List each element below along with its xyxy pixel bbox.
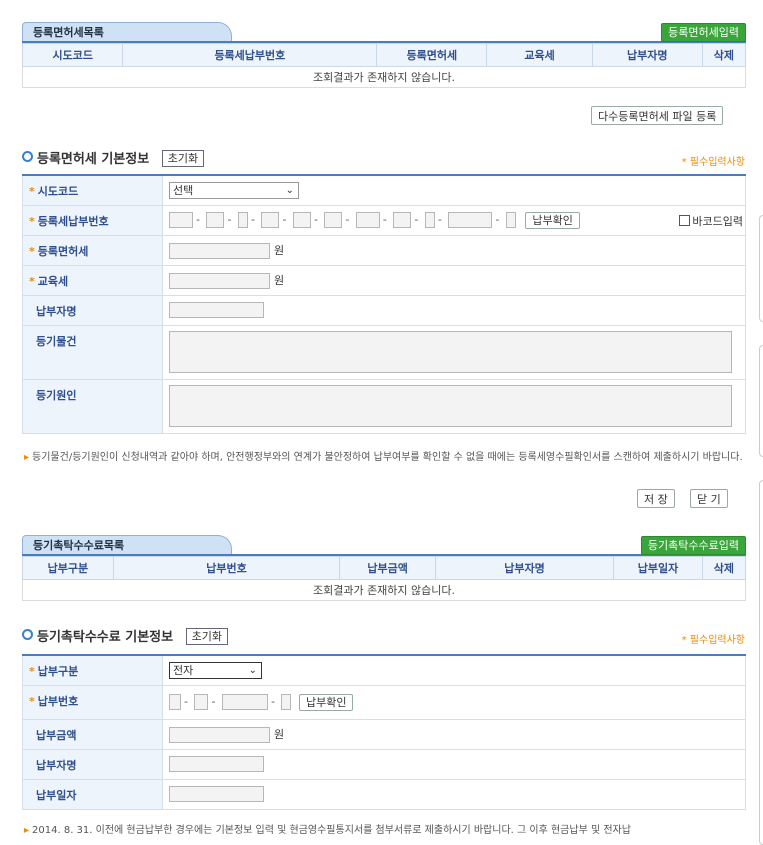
fee-amount-input[interactable] — [169, 726, 270, 743]
cause-textarea[interactable] — [169, 385, 732, 427]
payer-input[interactable] — [169, 302, 264, 318]
label-fee-date: 납부일자 — [22, 778, 163, 810]
col-delete: 삭제 — [701, 43, 747, 67]
reg-info-title: 등록면허세 기본정보 초기화 — [22, 148, 205, 167]
fee-info-form: * 납부구분 전자 ⌄ * 납부번호 - - - 납부확인 납부금액 원 납부자명 납… — [22, 654, 746, 810]
col-sido: 시도코드 — [21, 43, 124, 67]
label-fee-payer: 납부자명 — [22, 748, 163, 780]
label-payno: * 등록세납부번호 — [22, 204, 163, 236]
bullet-icon — [22, 151, 33, 162]
payno-field-3[interactable] — [237, 212, 248, 228]
fee-list-header: 등기촉탁수수료목록 등기촉탁수수료입력 — [22, 535, 746, 556]
label-payer: 납부자명 — [22, 294, 163, 326]
amount-input[interactable] — [169, 242, 270, 259]
col-payno: 등록세납부번호 — [122, 43, 378, 67]
col-fee-date: 납부일자 — [613, 556, 703, 580]
bulk-upload-button[interactable]: 다수등록면허세 파일 등록 — [591, 106, 724, 125]
payno-field-4[interactable] — [261, 212, 280, 228]
label-fee-payno: * 납부번호 — [22, 684, 163, 720]
arrow-icon: ▸ — [24, 825, 30, 836]
sido-select[interactable]: 선택 ⌄ — [169, 181, 299, 199]
col-fee-payno: 납부번호 — [112, 556, 341, 580]
reg-reset-button[interactable]: 초기화 — [161, 150, 205, 167]
chevron-down-icon: ⌄ — [248, 664, 257, 676]
label-paytype: * 납부구분 — [22, 654, 163, 686]
payno-field-11[interactable] — [505, 212, 516, 228]
required-note: * 필수입력사항 — [681, 157, 745, 168]
edu-tax-input[interactable] — [169, 272, 270, 289]
paytype-select[interactable]: 전자 ⌄ — [169, 661, 262, 679]
empty-message: 조회결과가 존재하지 않습니다. — [22, 66, 746, 88]
fee-payno-field-3[interactable] — [221, 694, 268, 710]
payno-field-1[interactable] — [169, 212, 193, 228]
label-amount: * 등록면허세 — [22, 234, 163, 266]
fee-notice: ▸ 2014. 8. 31. 이전에 현금납부한 경우에는 기본정보 입력 및 현… — [24, 825, 631, 836]
col-fee-payer: 납부자명 — [434, 556, 615, 580]
add-reg-button[interactable]: 등록면허세입력 — [661, 23, 746, 42]
chevron-down-icon: ⌄ — [285, 184, 294, 196]
payno-field-9[interactable] — [424, 212, 435, 228]
payno-field-7[interactable] — [355, 212, 380, 228]
arrow-icon: ▸ — [24, 452, 30, 463]
close-button[interactable]: 닫 기 — [690, 489, 728, 508]
reg-list-header: 등록면허세목록 등록면허세입력 — [22, 22, 746, 43]
side-panel-edge — [759, 345, 763, 457]
side-panel-edge — [759, 480, 763, 845]
label-item: 등기물건 — [22, 324, 163, 380]
label-cause: 등기원인 — [22, 378, 163, 434]
add-fee-button[interactable]: 등기촉탁수수료입력 — [640, 536, 746, 555]
payno-field-10[interactable] — [448, 212, 493, 228]
col-edu: 교육세 — [486, 43, 593, 67]
fee-payno-field-2[interactable] — [194, 694, 209, 710]
reg-info-form: * 시도코드 선택 ⌄ * 등록세납부번호 - - - - - - - - - - 납… — [22, 174, 746, 434]
payno-field-2[interactable] — [206, 212, 225, 228]
label-sido: * 시도코드 — [22, 174, 163, 206]
fee-date-input[interactable] — [169, 786, 264, 802]
fee-required-note: * 필수입력사항 — [681, 635, 745, 646]
payno-field-8[interactable] — [393, 212, 412, 228]
fee-payno-field-1[interactable] — [169, 694, 181, 710]
fee-empty-message: 조회결과가 존재하지 않습니다. — [22, 579, 746, 601]
payno-field-6[interactable] — [324, 212, 343, 228]
bullet-icon — [22, 629, 33, 640]
fee-list-table: 납부구분 납부번호 납부금액 납부자명 납부일자 삭제 조회결과가 존재하지 않… — [22, 556, 747, 601]
fee-payno-field-4[interactable] — [281, 694, 292, 710]
fee-reset-button[interactable]: 초기화 — [185, 628, 228, 645]
reg-notice: ▸ 등기물건/등기원인이 신청내역과 같아야 하며, 안전행정부와의 연계가 불안… — [24, 452, 743, 463]
col-amount: 등록면허세 — [376, 43, 488, 67]
fee-pay-check-button[interactable]: 납부확인 — [298, 693, 354, 711]
fee-payer-input[interactable] — [169, 756, 264, 772]
save-button[interactable]: 저 장 — [637, 489, 675, 508]
barcode-option[interactable]: 바코드입력 — [679, 213, 743, 229]
col-paytype: 납부구분 — [22, 556, 114, 580]
reg-pay-check-button[interactable]: 납부확인 — [525, 211, 580, 229]
col-payer: 납부자명 — [591, 43, 703, 67]
item-textarea[interactable] — [169, 331, 732, 373]
label-edu: * 교육세 — [22, 264, 163, 296]
payno-field-5[interactable] — [292, 212, 311, 228]
barcode-checkbox[interactable] — [679, 214, 691, 226]
label-fee-amount: 납부금액 — [22, 718, 163, 750]
tab-fee-list[interactable]: 등기촉탁수수료목록 — [22, 535, 232, 554]
reg-list-table: 시도코드 등록세납부번호 등록면허세 교육세 납부자명 삭제 조회결과가 존재하… — [21, 43, 747, 88]
tab-reg-list[interactable]: 등록면허세목록 — [22, 22, 232, 41]
col-fee-delete: 삭제 — [701, 556, 747, 580]
fee-info-title: 등기촉탁수수료 기본정보 초기화 — [22, 626, 228, 645]
side-panel-edge — [759, 215, 763, 322]
col-fee-amount: 납부금액 — [339, 556, 436, 580]
